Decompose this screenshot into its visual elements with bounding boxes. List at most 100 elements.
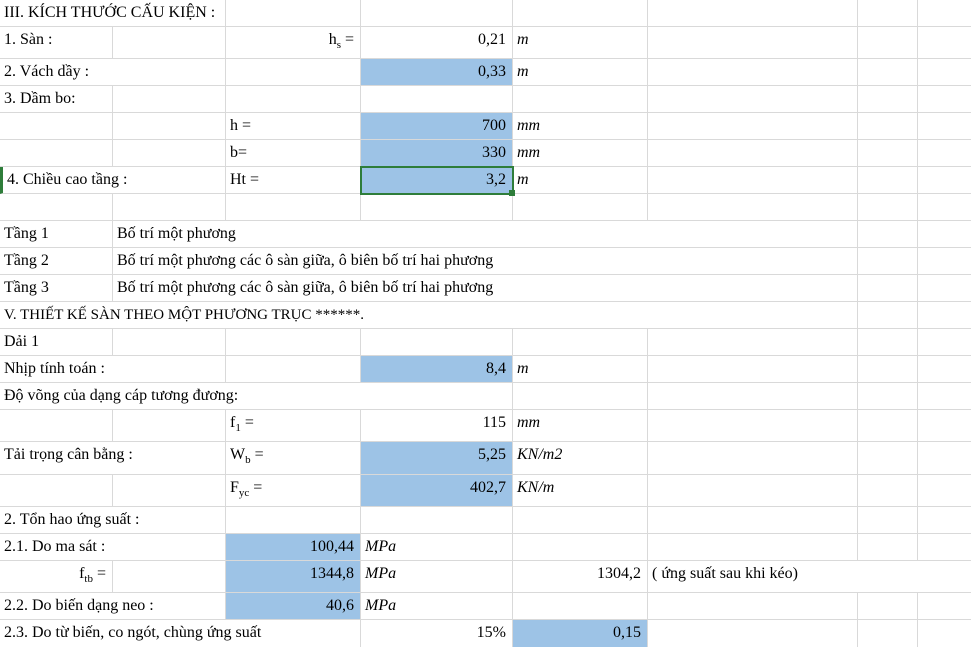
empty[interactable]: [0, 140, 113, 167]
empty[interactable]: [648, 383, 858, 410]
row-ht-unit[interactable]: m: [513, 167, 648, 194]
empty[interactable]: [648, 0, 858, 27]
wb-val[interactable]: 5,25: [361, 442, 513, 474]
row-san-label[interactable]: 1. Sàn :: [0, 27, 113, 59]
empty[interactable]: [113, 86, 226, 113]
row-san-val[interactable]: 0,21: [361, 27, 513, 59]
empty[interactable]: [113, 561, 226, 593]
ftb-note[interactable]: ( ứng suất sau khi kéo): [648, 561, 971, 593]
ftb-val[interactable]: 1344,8: [226, 561, 361, 593]
empty[interactable]: [648, 27, 858, 59]
row-san-sym[interactable]: hs =: [226, 27, 361, 59]
row-h-unit[interactable]: mm: [513, 113, 648, 140]
empty[interactable]: [648, 442, 858, 474]
empty[interactable]: [113, 194, 226, 221]
f1-unit[interactable]: mm: [513, 410, 648, 442]
fyc-val[interactable]: 402,7: [361, 475, 513, 507]
empty[interactable]: [918, 302, 971, 329]
f1-val[interactable]: 115: [361, 410, 513, 442]
ftb-val2[interactable]: 1304,2: [513, 561, 648, 593]
empty[interactable]: [361, 194, 513, 221]
empty[interactable]: [648, 59, 858, 86]
empty[interactable]: [113, 329, 226, 356]
empty[interactable]: [858, 140, 918, 167]
row-b-val[interactable]: 330: [361, 140, 513, 167]
tang1-key[interactable]: Tầng 1: [0, 221, 113, 248]
empty[interactable]: [858, 507, 918, 534]
row-ht-sym[interactable]: Ht =: [226, 167, 361, 194]
row-san-unit[interactable]: m: [513, 27, 648, 59]
tubien-pct[interactable]: 15%: [361, 620, 513, 647]
row-ht-label[interactable]: 4. Chiều cao tầng :: [0, 167, 226, 194]
empty[interactable]: [648, 620, 858, 647]
empty[interactable]: [918, 475, 971, 507]
tang3-key[interactable]: Tầng 3: [0, 275, 113, 302]
empty[interactable]: [858, 167, 918, 194]
empty[interactable]: [361, 329, 513, 356]
empty[interactable]: [226, 59, 361, 86]
empty[interactable]: [918, 507, 971, 534]
empty[interactable]: [918, 383, 971, 410]
empty[interactable]: [918, 442, 971, 474]
empty[interactable]: [361, 0, 513, 27]
empty[interactable]: [513, 329, 648, 356]
empty[interactable]: [0, 475, 113, 507]
wb-unit[interactable]: KN/m2: [513, 442, 648, 474]
empty[interactable]: [648, 329, 858, 356]
empty[interactable]: [858, 221, 918, 248]
empty[interactable]: [361, 86, 513, 113]
empty[interactable]: [0, 410, 113, 442]
empty[interactable]: [226, 356, 361, 383]
empty[interactable]: [513, 383, 648, 410]
empty[interactable]: [648, 140, 858, 167]
row-vach-val[interactable]: 0,33: [361, 59, 513, 86]
empty[interactable]: [0, 194, 113, 221]
empty[interactable]: [858, 302, 918, 329]
empty[interactable]: [858, 194, 918, 221]
biendang-unit[interactable]: MPa: [361, 593, 513, 620]
empty[interactable]: [858, 620, 918, 647]
empty[interactable]: [648, 534, 858, 561]
empty[interactable]: [513, 507, 648, 534]
row-h-sym[interactable]: h =: [226, 113, 361, 140]
row-dambo-label[interactable]: 3. Dầm bo:: [0, 86, 113, 113]
empty[interactable]: [858, 86, 918, 113]
empty[interactable]: [858, 383, 918, 410]
empty[interactable]: [918, 593, 971, 620]
empty[interactable]: [858, 534, 918, 561]
dai1[interactable]: Dải 1: [0, 329, 113, 356]
empty[interactable]: [858, 275, 918, 302]
tang3-val[interactable]: Bố trí một phương các ô sàn giữa, ô biên…: [113, 275, 858, 302]
wb-label[interactable]: Tải trọng cân bằng :: [0, 442, 226, 474]
empty[interactable]: [648, 356, 858, 383]
row-vach-unit[interactable]: m: [513, 59, 648, 86]
row-b-unit[interactable]: mm: [513, 140, 648, 167]
empty[interactable]: [858, 329, 918, 356]
nhip-label[interactable]: Nhịp tính toán :: [0, 356, 226, 383]
empty[interactable]: [858, 0, 918, 27]
empty[interactable]: [0, 113, 113, 140]
empty[interactable]: [648, 507, 858, 534]
tubien-val[interactable]: 0,15: [513, 620, 648, 647]
masat-unit[interactable]: MPa: [361, 534, 513, 561]
empty[interactable]: [648, 410, 858, 442]
biendang-val[interactable]: 40,6: [226, 593, 361, 620]
masat-label[interactable]: 2.1. Do ma sát :: [0, 534, 226, 561]
tonhao-label[interactable]: 2. Tổn hao ứng suất :: [0, 507, 226, 534]
empty[interactable]: [858, 59, 918, 86]
tang2-val[interactable]: Bố trí một phương các ô sàn giữa, ô biên…: [113, 248, 858, 275]
empty[interactable]: [361, 507, 513, 534]
empty[interactable]: [918, 140, 971, 167]
empty[interactable]: [918, 113, 971, 140]
empty[interactable]: [513, 534, 648, 561]
empty[interactable]: [918, 620, 971, 647]
empty[interactable]: [918, 275, 971, 302]
biendang-label[interactable]: 2.2. Do biến dạng neo :: [0, 593, 226, 620]
empty[interactable]: [858, 593, 918, 620]
tang1-val[interactable]: Bố trí một phương: [113, 221, 858, 248]
tubien-label[interactable]: 2.3. Do từ biến, co ngót, chùng ứng suất: [0, 620, 361, 647]
empty[interactable]: [918, 248, 971, 275]
empty[interactable]: [918, 0, 971, 27]
empty[interactable]: [513, 593, 648, 620]
empty[interactable]: [226, 194, 361, 221]
